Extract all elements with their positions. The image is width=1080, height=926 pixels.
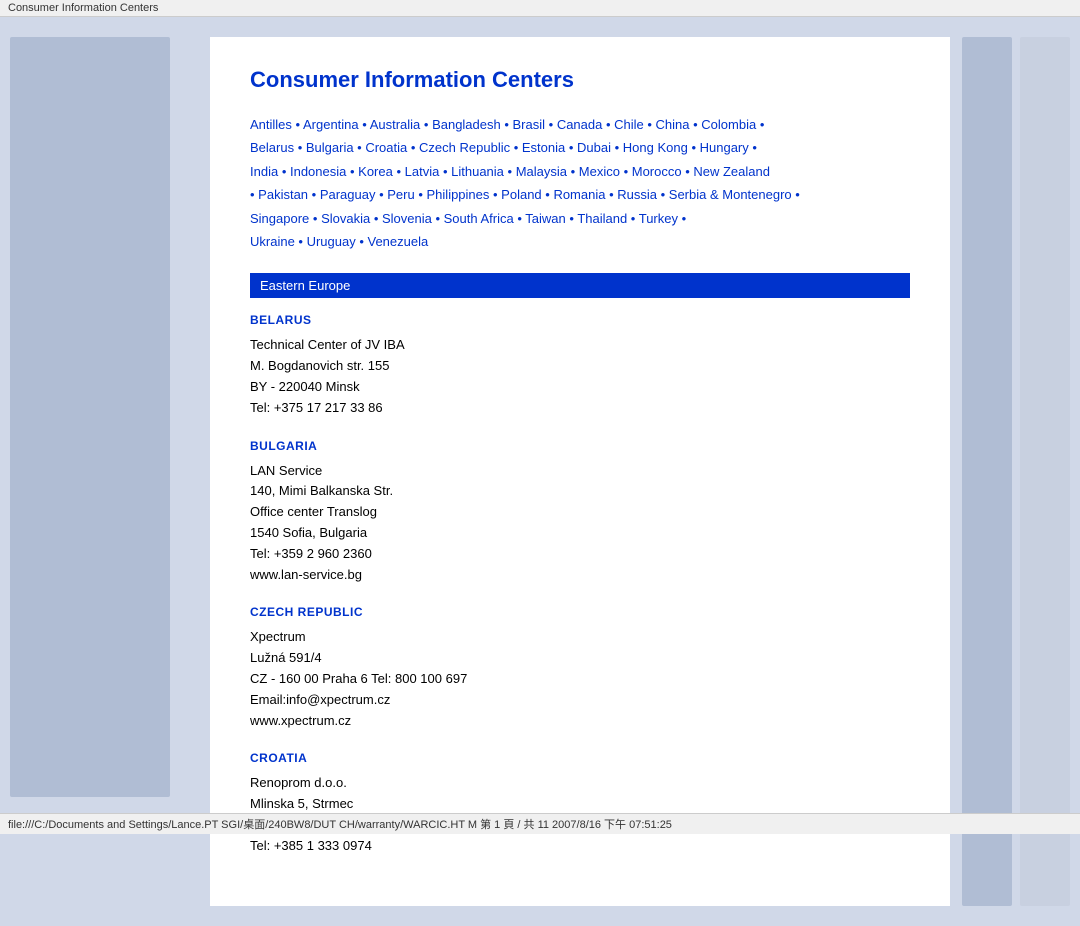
link-philippines[interactable]: Philippines — [427, 187, 490, 202]
link-mexico[interactable]: Mexico — [579, 164, 620, 179]
link-australia[interactable]: Australia — [370, 117, 421, 132]
sidebar-right-bar-1 — [962, 37, 1012, 906]
link-peru[interactable]: Peru — [387, 187, 414, 202]
sidebar-left-inner — [10, 37, 170, 797]
link-hong-kong[interactable]: Hong Kong — [623, 140, 688, 155]
link-argentina[interactable]: Argentina — [303, 117, 359, 132]
link-antilles[interactable]: Antilles — [250, 117, 292, 132]
link-poland[interactable]: Poland — [501, 187, 541, 202]
link-colombia[interactable]: Colombia — [701, 117, 756, 132]
link-ukraine[interactable]: Ukraine — [250, 234, 295, 249]
link-turkey[interactable]: Turkey — [639, 211, 678, 226]
title-bar: Consumer Information Centers — [0, 0, 1080, 17]
status-bar: file:///C:/Documents and Settings/Lance.… — [0, 813, 1080, 834]
link-pakistan[interactable]: Pakistan — [258, 187, 308, 202]
sidebar-right — [950, 37, 1070, 906]
link-south-africa[interactable]: South Africa — [444, 211, 514, 226]
link-malaysia[interactable]: Malaysia — [516, 164, 567, 179]
country-details-belarus: Technical Center of JV IBA M. Bogdanovic… — [250, 335, 910, 418]
link-estonia[interactable]: Estonia — [522, 140, 565, 155]
links-section: Antilles • Argentina • Australia • Bangl… — [250, 113, 910, 253]
country-name-bulgaria: BULGARIA — [250, 439, 910, 453]
link-korea[interactable]: Korea — [358, 164, 393, 179]
link-slovakia[interactable]: Slovakia — [321, 211, 370, 226]
link-indonesia[interactable]: Indonesia — [290, 164, 346, 179]
link-canada[interactable]: Canada — [557, 117, 603, 132]
link-paraguay[interactable]: Paraguay — [320, 187, 376, 202]
link-venezuela[interactable]: Venezuela — [368, 234, 429, 249]
sidebar-left — [10, 37, 210, 906]
country-details-bulgaria: LAN Service 140, Mimi Balkanska Str. Off… — [250, 461, 910, 586]
link-lithuania[interactable]: Lithuania — [451, 164, 504, 179]
link-china[interactable]: China — [656, 117, 690, 132]
country-name-belarus: BELARUS — [250, 313, 910, 327]
link-romania[interactable]: Romania — [553, 187, 605, 202]
link-belarus[interactable]: Belarus — [250, 140, 294, 155]
link-slovenia[interactable]: Slovenia — [382, 211, 432, 226]
link-brasil[interactable]: Brasil — [513, 117, 546, 132]
country-block-croatia: CROATIA Renoprom d.o.o. Mlinska 5, Strme… — [250, 751, 910, 856]
status-bar-text: file:///C:/Documents and Settings/Lance.… — [8, 819, 672, 831]
link-india[interactable]: India — [250, 164, 278, 179]
link-hungary[interactable]: Hungary — [700, 140, 749, 155]
link-uruguay[interactable]: Uruguay — [307, 234, 356, 249]
link-taiwan[interactable]: Taiwan — [525, 211, 565, 226]
link-czech-republic[interactable]: Czech Republic — [419, 140, 510, 155]
link-singapore[interactable]: Singapore — [250, 211, 309, 226]
link-chile[interactable]: Chile — [614, 117, 644, 132]
country-block-czech-republic: CZECH REPUBLIC Xpectrum Lužná 591/4 CZ -… — [250, 605, 910, 731]
country-block-belarus: BELARUS Technical Center of JV IBA M. Bo… — [250, 313, 910, 418]
country-name-croatia: CROATIA — [250, 751, 910, 765]
link-serbia-montenegro[interactable]: Serbia & Montenegro — [669, 187, 792, 202]
country-details-czech-republic: Xpectrum Lužná 591/4 CZ - 160 00 Praha 6… — [250, 627, 910, 731]
page-title: Consumer Information Centers — [250, 67, 910, 93]
page-layout: Consumer Information Centers Antilles • … — [0, 17, 1080, 926]
link-bulgaria[interactable]: Bulgaria — [306, 140, 354, 155]
link-dubai[interactable]: Dubai — [577, 140, 611, 155]
link-latvia[interactable]: Latvia — [405, 164, 440, 179]
link-morocco[interactable]: Morocco — [632, 164, 682, 179]
main-content: Consumer Information Centers Antilles • … — [210, 37, 950, 906]
link-thailand[interactable]: Thailand — [577, 211, 627, 226]
sidebar-right-bar-2 — [1020, 37, 1070, 906]
link-croatia[interactable]: Croatia — [365, 140, 407, 155]
link-new-zealand[interactable]: New Zealand — [693, 164, 770, 179]
link-bangladesh[interactable]: Bangladesh — [432, 117, 501, 132]
country-name-czech-republic: CZECH REPUBLIC — [250, 605, 910, 619]
country-block-bulgaria: BULGARIA LAN Service 140, Mimi Balkanska… — [250, 439, 910, 586]
section-header-eastern-europe: Eastern Europe — [250, 273, 910, 298]
link-russia[interactable]: Russia — [617, 187, 657, 202]
title-bar-text: Consumer Information Centers — [8, 2, 158, 14]
